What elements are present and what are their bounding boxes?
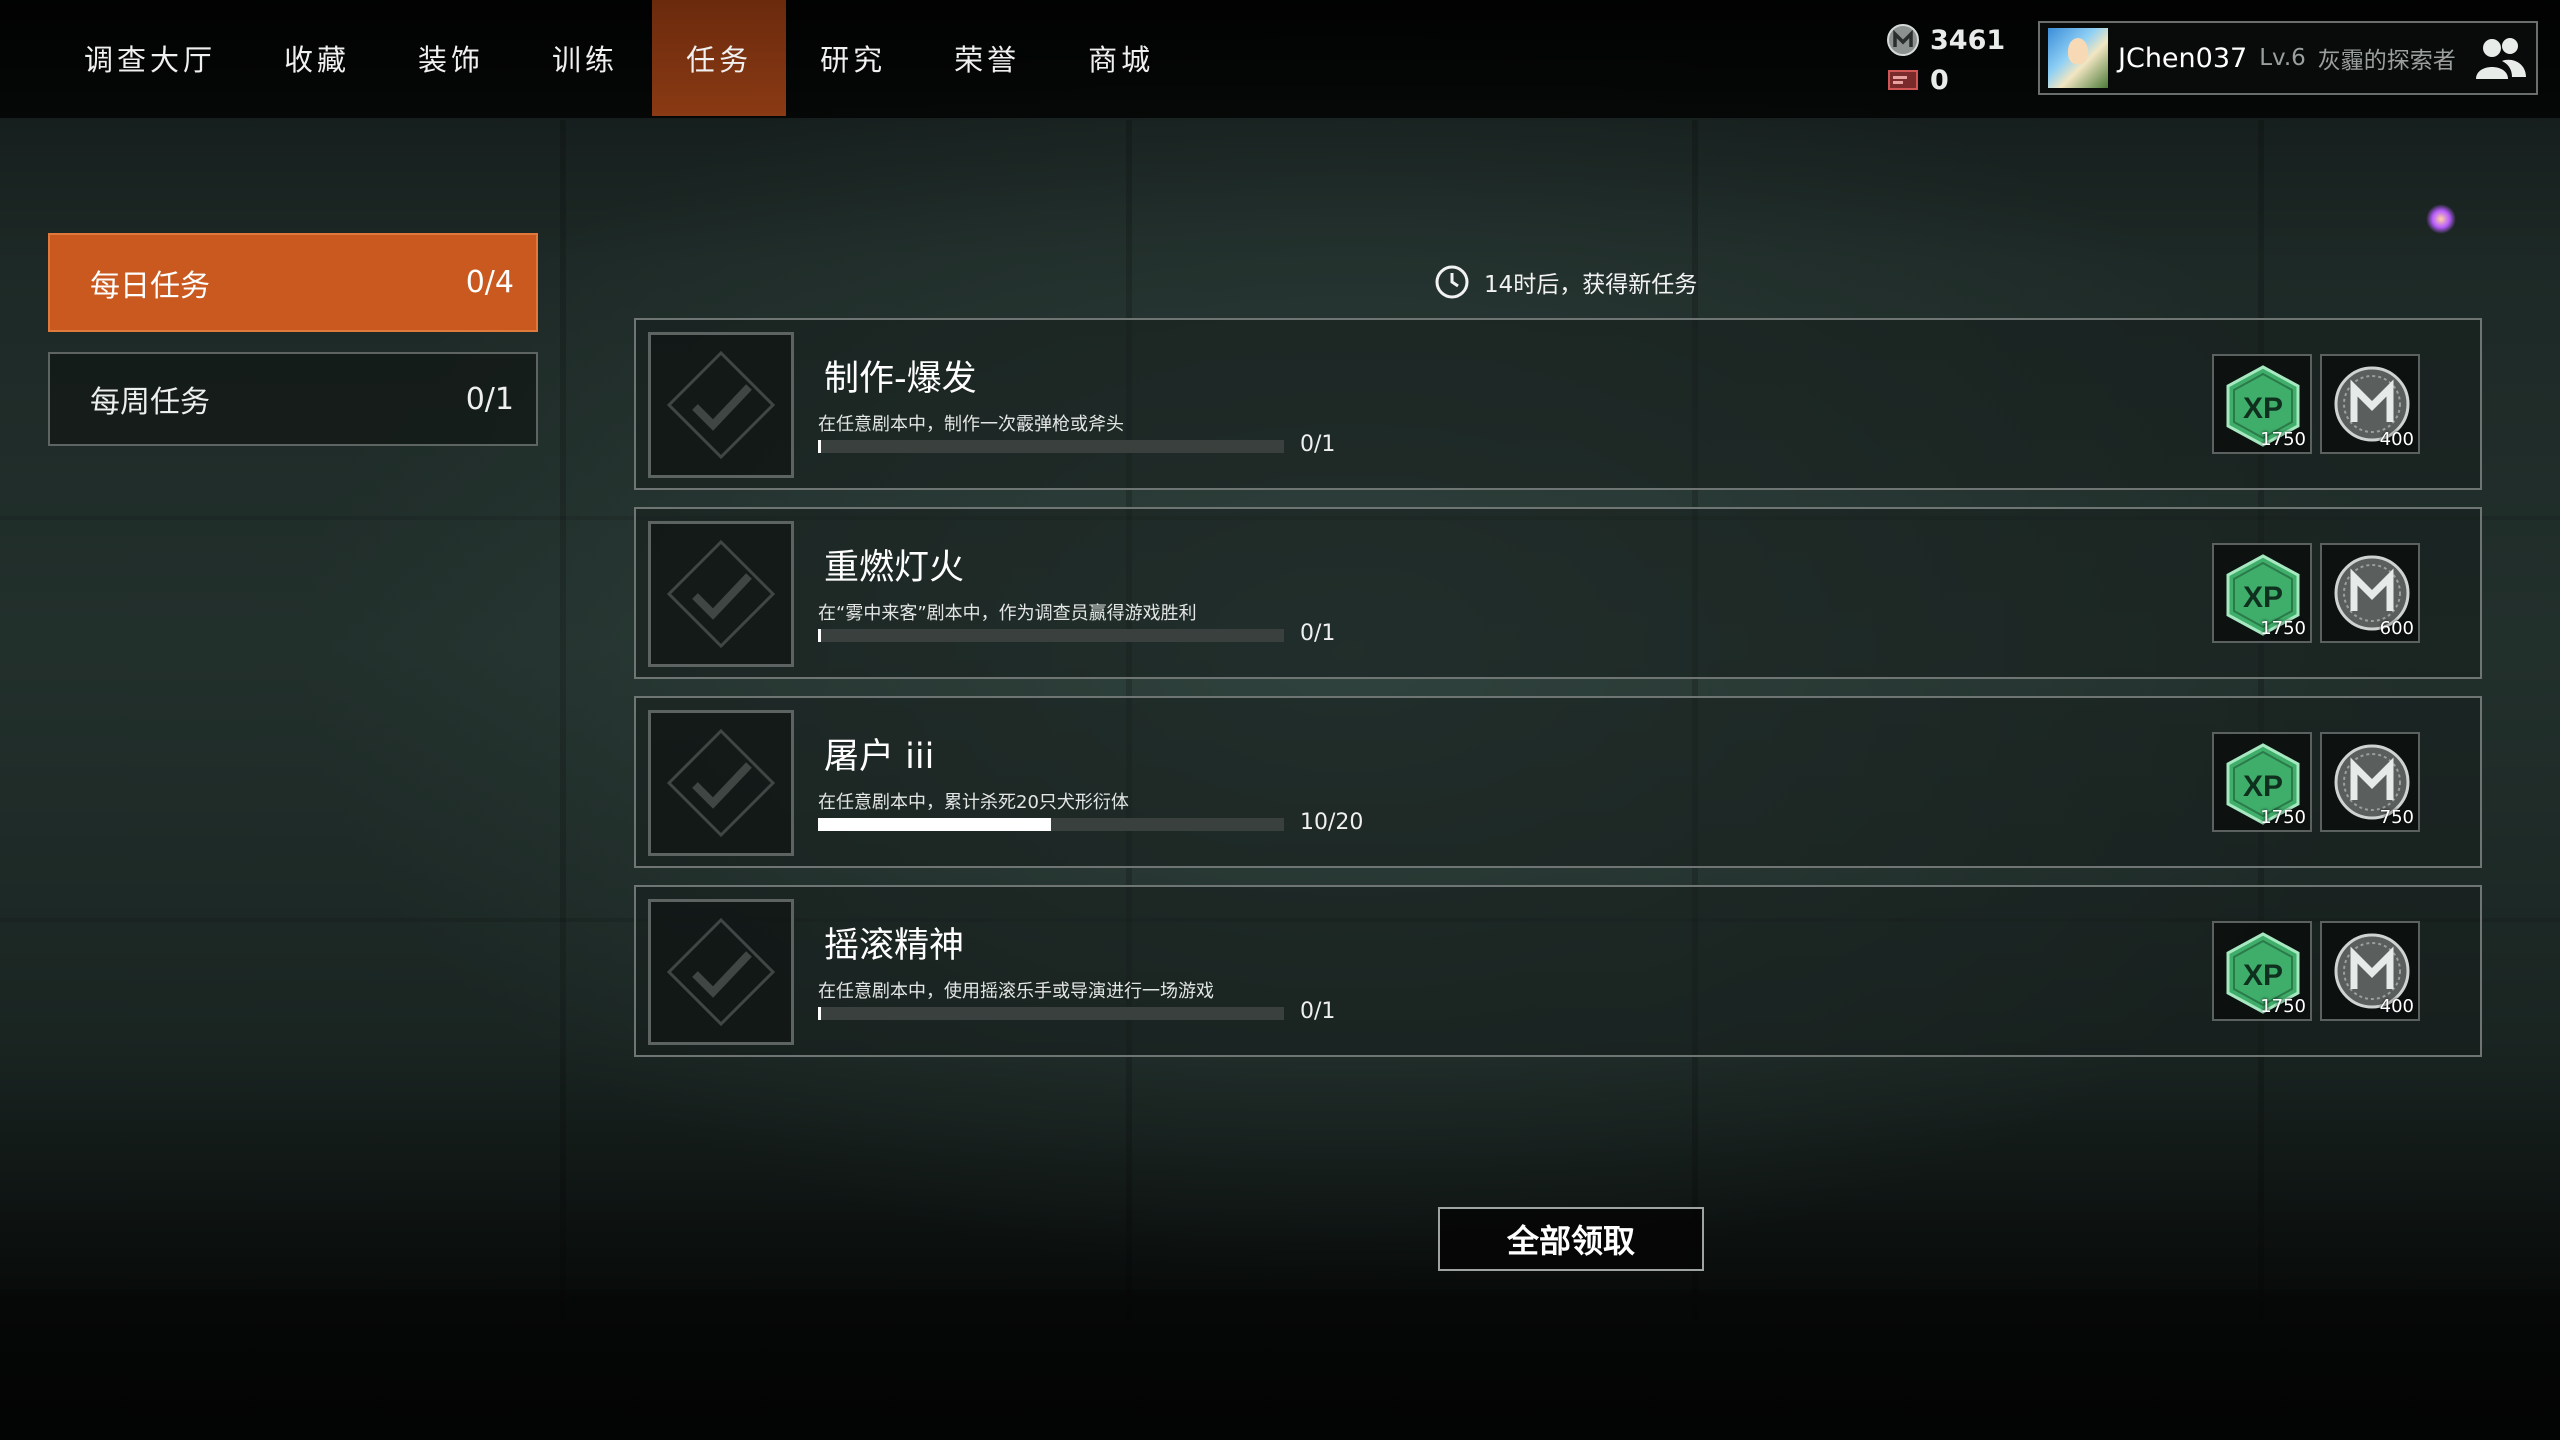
quest-progress-fill [818, 1007, 821, 1020]
quest-card[interactable]: 摇滚精神 在任意剧本中，使用摇滚乐手或导演进行一场游戏 0/1 XP 1750 … [634, 885, 2482, 1057]
player-profile[interactable]: JChen037 Lv.6 灰霾的探索者 [2038, 21, 2538, 95]
quest-title: 摇滚精神 [824, 926, 965, 966]
player-level: Lv.6 [2259, 45, 2306, 71]
reward-coin-amount: 400 [2379, 429, 2414, 450]
player-title: 灰霾的探索者 [2317, 48, 2456, 74]
top-bar: 调查大厅 收藏 装饰 训练 任务 研究 荣誉 商城 3461 0 JChen03… [0, 0, 2560, 118]
quest-card[interactable]: 重燃灯火 在“雾中来客”剧本中，作为调查员赢得游戏胜利 0/1 XP 1750 … [634, 507, 2482, 679]
quest-title: 重燃灯火 [824, 548, 965, 588]
quest-progress-fill [818, 818, 1051, 831]
reward-coin[interactable]: 400 [2320, 921, 2420, 1021]
m-coin-icon [1886, 23, 1920, 57]
tab-daily-count: 0/4 [465, 265, 514, 300]
reward-coin[interactable]: 600 [2320, 543, 2420, 643]
quest-checkbox[interactable] [648, 710, 794, 856]
nav-item-quests[interactable]: 任务 [652, 0, 787, 116]
quest-progress-count: 0/1 [1300, 432, 1336, 457]
quest-progress-bar [818, 1007, 1284, 1020]
svg-text:XP: XP [2243, 770, 2283, 803]
ticket-balance: 0 [1886, 60, 2005, 100]
quest-description: 在任意剧本中，使用摇滚乐手或导演进行一场游戏 [818, 981, 1214, 1002]
quest-title: 制作-爆发 [824, 359, 977, 399]
reward-coin-amount: 750 [2379, 807, 2414, 828]
ticket-icon [1886, 63, 1920, 97]
quest-progress-bar [818, 818, 1284, 831]
reward-coin-amount: 400 [2379, 996, 2414, 1017]
quest-card[interactable]: 制作-爆发 在任意剧本中，制作一次霰弹枪或斧头 0/1 XP 1750 400 [634, 318, 2482, 490]
ticket-amount: 0 [1930, 64, 1949, 96]
tab-daily-quests[interactable]: 每日任务 0/4 [48, 233, 538, 332]
nav-item-honor[interactable]: 荣誉 [920, 0, 1054, 116]
reward-xp[interactable]: XP 1750 [2212, 543, 2312, 643]
coin-balance: 3461 [1886, 20, 2005, 60]
reward-xp[interactable]: XP 1750 [2212, 354, 2312, 454]
nav-item-collection[interactable]: 收藏 [250, 0, 384, 116]
currency-panel: 3461 0 [1886, 20, 2005, 100]
quest-progress-bar [818, 440, 1284, 453]
quest-description: 在“雾中来客”剧本中，作为调查员赢得游戏胜利 [818, 603, 1197, 624]
reward-coin[interactable]: 750 [2320, 732, 2420, 832]
quest-title: 屠户 iii [824, 737, 935, 777]
reward-xp[interactable]: XP 1750 [2212, 921, 2312, 1021]
nav-item-lobby[interactable]: 调查大厅 [50, 0, 250, 116]
svg-text:XP: XP [2243, 581, 2283, 614]
checkmark-icon [666, 728, 776, 838]
quest-card[interactable]: 屠户 iii 在任意剧本中，累计杀死20只犬形衍体 10/20 XP 1750 … [634, 696, 2482, 868]
quest-progress-count: 10/20 [1300, 810, 1364, 835]
quest-progress-fill [818, 629, 821, 642]
avatar[interactable] [2048, 28, 2108, 88]
quest-progress-bar [818, 629, 1284, 642]
nav-item-research[interactable]: 研究 [786, 0, 920, 116]
light-flare [2426, 204, 2456, 234]
refresh-timer-text: 14时后，获得新任务 [1484, 272, 1698, 298]
checkmark-icon [666, 539, 776, 649]
reward-xp-amount: 1750 [2260, 807, 2306, 828]
reward-xp-amount: 1750 [2260, 996, 2306, 1017]
main-nav: 调查大厅 收藏 装饰 训练 任务 研究 荣誉 商城 [50, 0, 1188, 116]
svg-text:XP: XP [2243, 959, 2283, 992]
tab-weekly-count: 0/1 [465, 381, 514, 417]
reward-coin-amount: 600 [2379, 618, 2414, 639]
svg-text:XP: XP [2243, 392, 2283, 425]
nav-item-decoration[interactable]: 装饰 [384, 0, 518, 116]
quest-description: 在任意剧本中，制作一次霰弹枪或斧头 [818, 414, 1124, 435]
reward-xp-amount: 1750 [2260, 429, 2306, 450]
friends-icon[interactable] [2472, 33, 2528, 85]
reward-xp-amount: 1750 [2260, 618, 2306, 639]
coin-amount: 3461 [1930, 24, 2006, 56]
quest-checkbox[interactable] [648, 332, 794, 478]
quest-checkbox[interactable] [648, 899, 794, 1045]
quest-progress-count: 0/1 [1300, 999, 1336, 1024]
background-floor [0, 1290, 2560, 1440]
nav-item-training[interactable]: 训练 [518, 0, 652, 116]
claim-all-button[interactable]: 全部领取 [1438, 1207, 1704, 1271]
quest-checkbox[interactable] [648, 521, 794, 667]
tab-weekly-quests[interactable]: 每周任务 0/1 [48, 352, 538, 446]
player-name: JChen037 [2118, 42, 2248, 74]
quest-description: 在任意剧本中，累计杀死20只犬形衍体 [818, 792, 1129, 813]
tab-daily-label: 每日任务 [90, 268, 210, 304]
checkmark-icon [666, 917, 776, 1027]
quest-progress-fill [818, 440, 821, 453]
refresh-timer: 14时后，获得新任务 [1434, 262, 1697, 302]
quest-progress-count: 0/1 [1300, 621, 1336, 646]
checkmark-icon [666, 350, 776, 460]
clock-icon [1435, 265, 1469, 299]
tab-weekly-label: 每周任务 [90, 385, 210, 420]
nav-item-shop[interactable]: 商城 [1054, 0, 1188, 116]
reward-xp[interactable]: XP 1750 [2212, 732, 2312, 832]
reward-coin[interactable]: 400 [2320, 354, 2420, 454]
